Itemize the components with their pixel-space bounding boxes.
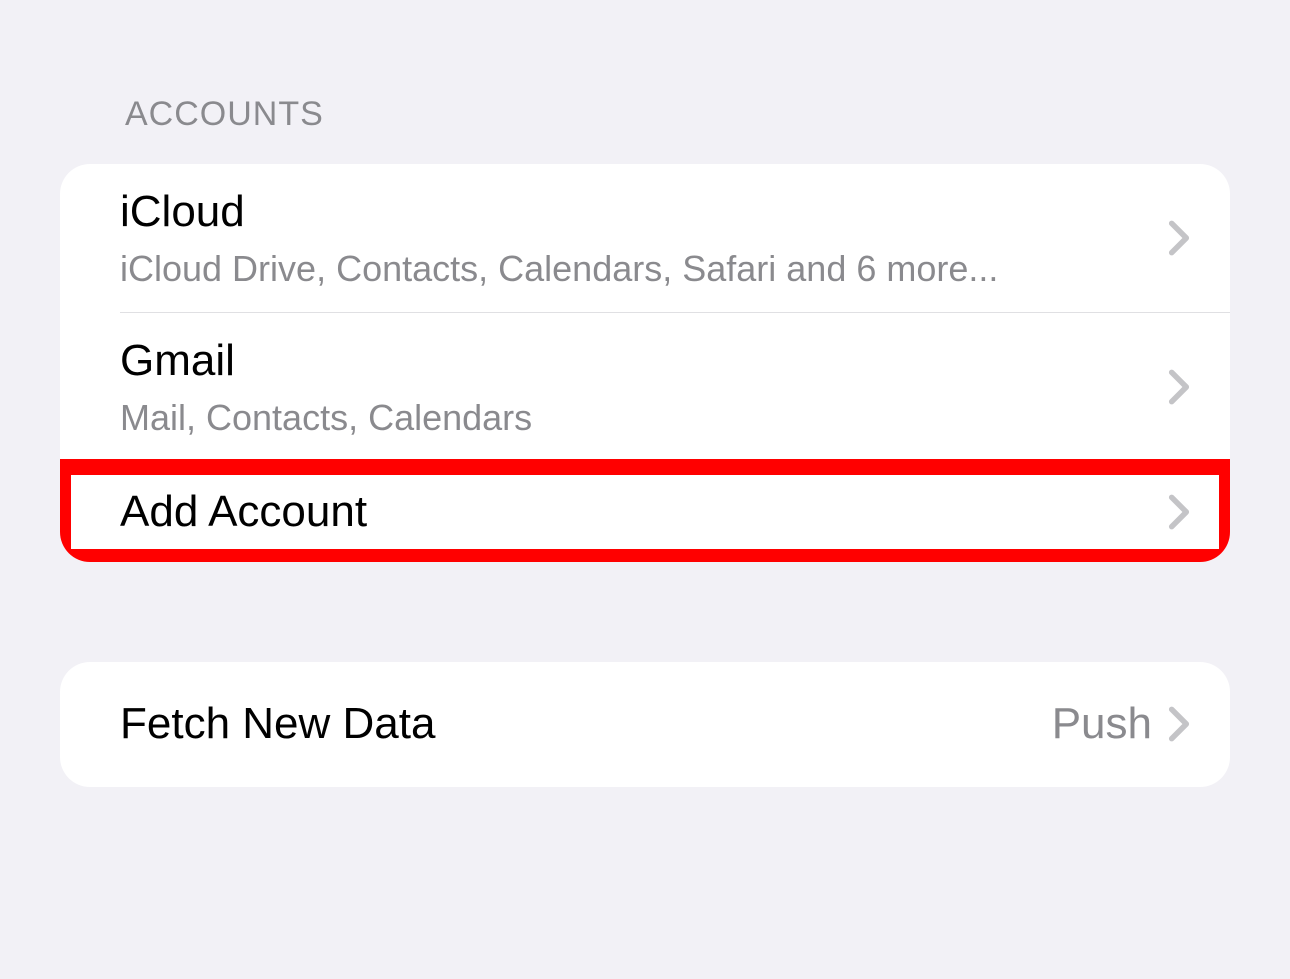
account-row-icloud[interactable]: iCloud iCloud Drive, Contacts, Calendars…: [60, 164, 1230, 312]
account-subtitle: Mail, Contacts, Calendars: [120, 396, 1168, 439]
chevron-right-icon: [1168, 219, 1190, 257]
account-row-gmail[interactable]: Gmail Mail, Contacts, Calendars: [60, 313, 1230, 461]
chevron-right-icon: [1168, 368, 1190, 406]
account-title: Gmail: [120, 335, 1168, 388]
account-title: iCloud: [120, 186, 1168, 239]
fetch-group: Fetch New Data Push: [60, 662, 1230, 787]
fetch-title: Fetch New Data: [120, 698, 1052, 751]
add-account-label: Add Account: [120, 486, 1168, 539]
accounts-section-header: ACCOUNTS: [125, 95, 1230, 134]
account-row-content: iCloud iCloud Drive, Contacts, Calendars…: [120, 186, 1168, 290]
account-row-content: Add Account: [120, 486, 1168, 539]
fetch-value: Push: [1052, 699, 1152, 749]
account-subtitle: iCloud Drive, Contacts, Calendars, Safar…: [120, 247, 1168, 290]
add-account-row[interactable]: Add Account: [60, 462, 1230, 562]
fetch-new-data-row[interactable]: Fetch New Data Push: [60, 662, 1230, 787]
chevron-right-icon: [1168, 493, 1190, 531]
fetch-row-content: Fetch New Data: [120, 698, 1052, 751]
chevron-right-icon: [1168, 705, 1190, 743]
account-row-content: Gmail Mail, Contacts, Calendars: [120, 335, 1168, 439]
accounts-group: iCloud iCloud Drive, Contacts, Calendars…: [60, 164, 1230, 562]
